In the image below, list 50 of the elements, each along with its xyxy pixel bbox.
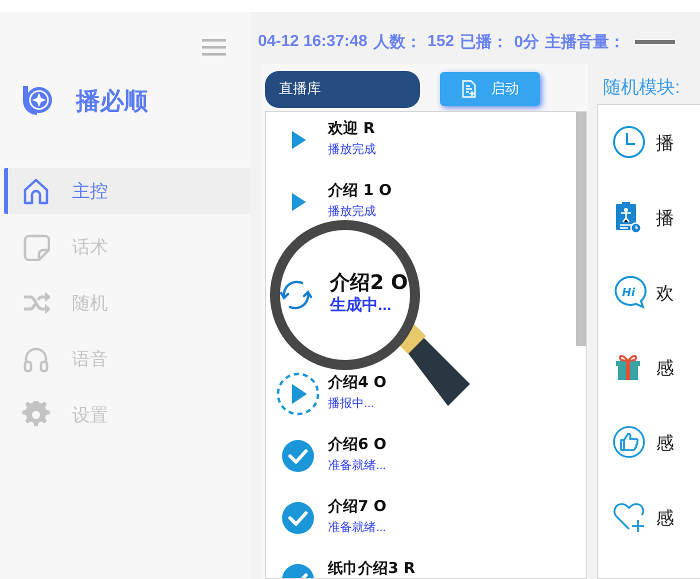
viewer-count-label: 人数： xyxy=(373,32,422,52)
headphones-icon xyxy=(22,345,50,373)
list-item[interactable]: 纸巾介绍3 R xyxy=(274,560,416,578)
chat-bubble-icon: Hi xyxy=(612,275,648,311)
menu-icon[interactable] xyxy=(202,38,226,56)
item-status: 准备就绪... xyxy=(328,457,386,474)
check-icon xyxy=(281,439,315,473)
played-value: 0分 xyxy=(514,32,540,52)
item-status: 生成中... xyxy=(330,296,392,316)
dashed-play-icon xyxy=(275,371,321,417)
clock-icon xyxy=(612,125,648,161)
volume-label: 主播音量： xyxy=(545,32,626,52)
app-name: 播必顺 xyxy=(76,86,148,117)
item-title: 介绍 1 O xyxy=(328,182,392,199)
module-item-label[interactable]: 感 xyxy=(656,356,674,380)
item-status: 播放完成 xyxy=(328,141,376,158)
thumbs-up-icon xyxy=(612,425,648,461)
module-item-label[interactable]: 播 xyxy=(656,206,674,230)
list-item[interactable]: 欢迎 R 播放完成 xyxy=(274,120,376,160)
item-title: 介绍6 O xyxy=(328,436,386,453)
date-time: 04-12 16:37:48 xyxy=(258,33,368,51)
module-item-label[interactable]: 播 xyxy=(656,131,674,155)
item-title: 介绍7 O xyxy=(328,498,386,515)
item-title: 介绍2 O xyxy=(330,274,408,291)
note-icon xyxy=(22,233,50,261)
logo-icon xyxy=(20,84,54,118)
module-item-label[interactable]: 感 xyxy=(656,506,674,530)
module-item-label[interactable]: 感 xyxy=(656,431,674,455)
settings-icon xyxy=(22,401,50,429)
item-title: 介绍4 O xyxy=(328,374,386,391)
item-status: 播报中... xyxy=(328,395,376,412)
item-title: 纸巾介绍3 R xyxy=(328,560,416,577)
list-item[interactable]: 介绍6 O 准备就绪... xyxy=(274,436,386,476)
check-icon xyxy=(281,501,315,535)
library-tab[interactable]: 直播库 xyxy=(265,70,420,108)
panel-title: 随机模块: xyxy=(602,76,682,99)
played-label: 已播： xyxy=(460,32,508,52)
scrollbar[interactable] xyxy=(576,112,586,346)
item-title: 欢迎 R xyxy=(328,120,376,137)
item-status: 播放完成 xyxy=(328,203,377,220)
list-item[interactable]: 介绍7 O 准备就绪... xyxy=(274,498,386,538)
module-item-label[interactable]: 欢 xyxy=(656,281,674,305)
home-icon xyxy=(22,177,50,205)
shuffle-icon xyxy=(22,289,50,317)
volume-track xyxy=(635,40,676,44)
list-item[interactable]: 介绍 1 O 播放完成 xyxy=(274,182,392,222)
viewer-count: 152 xyxy=(427,33,454,51)
list-item[interactable]: 介绍4 O 播报中... xyxy=(274,374,386,414)
document-add-icon xyxy=(461,80,477,98)
item-status: 准备就绪... xyxy=(328,519,386,536)
